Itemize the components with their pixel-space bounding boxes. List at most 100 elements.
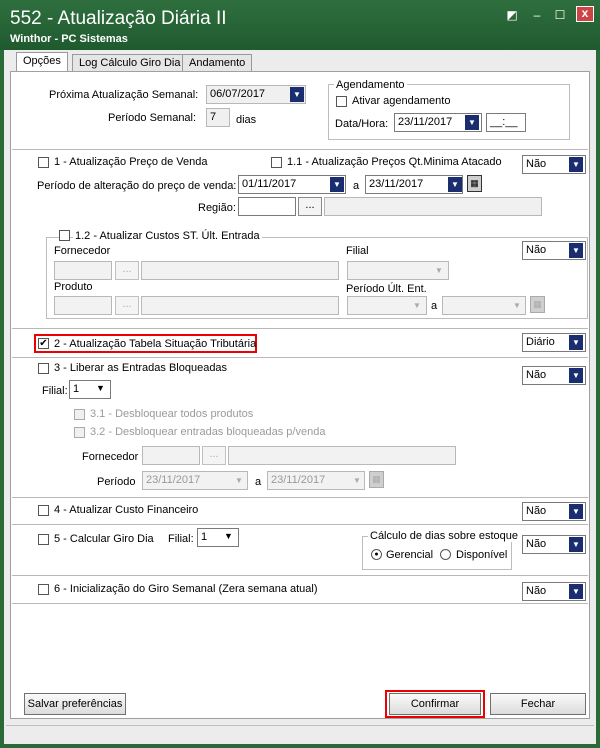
ativar-agendamento-checkbox[interactable]	[336, 96, 347, 107]
atualizacao-qt-minima-checkbox[interactable]	[271, 157, 282, 168]
disponivel-label: Disponível	[456, 549, 508, 561]
fornecedor-code-field[interactable]	[54, 261, 112, 280]
fechar-button[interactable]: Fechar	[490, 693, 586, 715]
chevron-down-icon[interactable]: ▼	[350, 473, 364, 488]
chevron-down-icon[interactable]: ▼	[96, 383, 105, 393]
produto-description-field	[141, 296, 339, 315]
proxima-atualizacao-value: 06/07/2017	[210, 88, 266, 100]
chevron-down-icon[interactable]: ▼	[330, 177, 344, 192]
tab-log-calculo-giro-dia[interactable]: Log Cálculo Giro Dia	[72, 54, 188, 72]
periodo-ult-a-label: a	[431, 300, 438, 312]
agendamento-title: Agendamento	[334, 79, 407, 91]
calculo-dias-title: Cálculo de dias sobre estoque	[368, 530, 520, 542]
periodo-ult-ent-label: Período Últ. Ent.	[346, 283, 427, 295]
chevron-down-icon[interactable]: ▼	[510, 298, 524, 313]
gerencial-radio[interactable]: ●	[371, 549, 382, 560]
atualizar-custos-st-label: 1.2 - Atualizar Custos ST. Últ. Entrada	[73, 230, 262, 242]
filial-label: Filial:	[168, 533, 194, 545]
produto-label: Produto	[54, 281, 93, 293]
calendar-icon[interactable]: ▦	[369, 471, 384, 488]
desbloquear-entradas-checkbox[interactable]	[74, 427, 85, 438]
restore-icon[interactable]: ◩	[505, 8, 519, 22]
atualizacao-qt-minima-label: 1.1 - Atualização Preços Qt.Minima Ataca…	[287, 156, 502, 168]
salvar-preferencias-button[interactable]: Salvar preferências	[24, 693, 126, 715]
chevron-down-icon[interactable]: ▼	[290, 87, 304, 102]
regiao-code-field[interactable]	[238, 197, 296, 216]
secao3-select-value: Não	[526, 369, 547, 381]
tab-opcoes[interactable]: Opções	[16, 52, 68, 72]
secao6-select-value: Não	[526, 585, 547, 597]
fornecedor-search-button[interactable]: ...	[115, 261, 139, 280]
filial-value: 1	[201, 531, 208, 543]
filial-value: 1	[73, 383, 80, 395]
chevron-down-icon[interactable]: ▼	[232, 473, 246, 488]
periodo-semanal-value: 7	[210, 111, 217, 123]
periodo-semanal-field[interactable]: 7	[206, 108, 230, 127]
inicializacao-giro-checkbox[interactable]	[38, 584, 49, 595]
divider	[12, 497, 588, 498]
divider	[12, 603, 588, 604]
data-hora-label: Data/Hora:	[335, 118, 389, 130]
minimize-button[interactable]: –	[530, 8, 544, 22]
divider	[12, 149, 588, 150]
maximize-button[interactable]: ☐	[553, 8, 567, 22]
regiao-search-button[interactable]: ...	[298, 197, 322, 216]
chevron-down-icon[interactable]: ▼	[569, 243, 583, 258]
chevron-down-icon[interactable]: ▼	[569, 584, 583, 599]
chevron-down-icon[interactable]: ▼	[569, 504, 583, 519]
atualizacao-preco-venda-checkbox[interactable]	[38, 157, 49, 168]
atualizar-custo-financeiro-label: 4 - Atualizar Custo Financeiro	[54, 504, 199, 516]
periodo-label: Período	[97, 476, 136, 488]
tab-andamento[interactable]: Andamento	[182, 54, 253, 72]
calcular-giro-dia-label: 5 - Calcular Giro Dia	[54, 533, 154, 545]
ativar-agendamento-label: Ativar agendamento	[352, 95, 451, 107]
fornecedor-search-button[interactable]: ...	[202, 446, 226, 465]
produto-code-field[interactable]	[54, 296, 112, 315]
chevron-down-icon[interactable]: ▼	[569, 335, 583, 350]
liberar-entradas-label: 3 - Liberar as Entradas Bloqueadas	[54, 362, 228, 374]
chevron-down-icon[interactable]: ▼	[410, 298, 424, 313]
liberar-entradas-checkbox[interactable]	[38, 363, 49, 374]
filial-label: Filial	[346, 245, 369, 257]
produto-search-button[interactable]: ...	[115, 296, 139, 315]
fornecedor-code-field[interactable]	[142, 446, 200, 465]
desbloquear-todos-checkbox[interactable]	[74, 409, 85, 420]
fornecedor-label: Fornecedor	[54, 245, 111, 257]
chevron-down-icon[interactable]: ▼	[448, 177, 462, 192]
chevron-down-icon[interactable]: ▼	[432, 263, 446, 278]
divider	[12, 524, 588, 525]
calendar-icon[interactable]: ▦	[467, 175, 482, 192]
fornecedor-label: Fornecedor	[82, 451, 139, 463]
chevron-down-icon[interactable]: ▼	[569, 368, 583, 383]
filial-select-value: Não	[526, 244, 547, 256]
disponivel-radio[interactable]	[440, 549, 451, 560]
regiao-description-field	[324, 197, 542, 216]
atualizacao-tabela-st-label: 2 - Atualização Tabela Situação Tributár…	[54, 338, 257, 350]
fornecedor-description-field	[141, 261, 339, 280]
periodo-alteracao-from-value: 01/11/2017	[242, 178, 297, 190]
desbloquear-todos-label: 3.1 - Desbloquear todos produtos	[90, 408, 254, 420]
atualizar-custo-financeiro-checkbox[interactable]	[38, 505, 49, 516]
atualizacao-tabela-st-checkbox[interactable]: ✔	[38, 338, 49, 349]
data-hora-time-field[interactable]: __:__	[486, 113, 526, 132]
window-title: 552 - Atualização Diária II	[10, 8, 227, 29]
chevron-down-icon[interactable]: ▼	[569, 537, 583, 552]
fornecedor-description-field	[228, 446, 456, 465]
chevron-down-icon[interactable]: ▼	[569, 157, 583, 172]
data-hora-time-value: __:__	[490, 116, 518, 128]
periodo-to-value: 23/11/2017	[271, 474, 326, 486]
calendar-icon[interactable]: ▦	[530, 296, 545, 313]
periodo-alteracao-to-value: 23/11/2017	[369, 178, 424, 190]
close-button[interactable]: x	[576, 6, 594, 22]
window-frame-bottom	[0, 744, 600, 748]
window-subtitle: Winthor - PC Sistemas	[10, 33, 128, 45]
chevron-down-icon[interactable]: ▼	[224, 531, 233, 541]
chevron-down-icon[interactable]: ▼	[465, 115, 479, 130]
divider	[12, 575, 588, 576]
periodo-a-label: a	[255, 476, 262, 488]
atualizar-custos-st-checkbox[interactable]	[59, 230, 70, 241]
secao4-select-value: Não	[526, 505, 547, 517]
divider	[12, 357, 588, 358]
calcular-giro-dia-checkbox[interactable]	[38, 534, 49, 545]
confirmar-button[interactable]: Confirmar	[389, 693, 481, 715]
